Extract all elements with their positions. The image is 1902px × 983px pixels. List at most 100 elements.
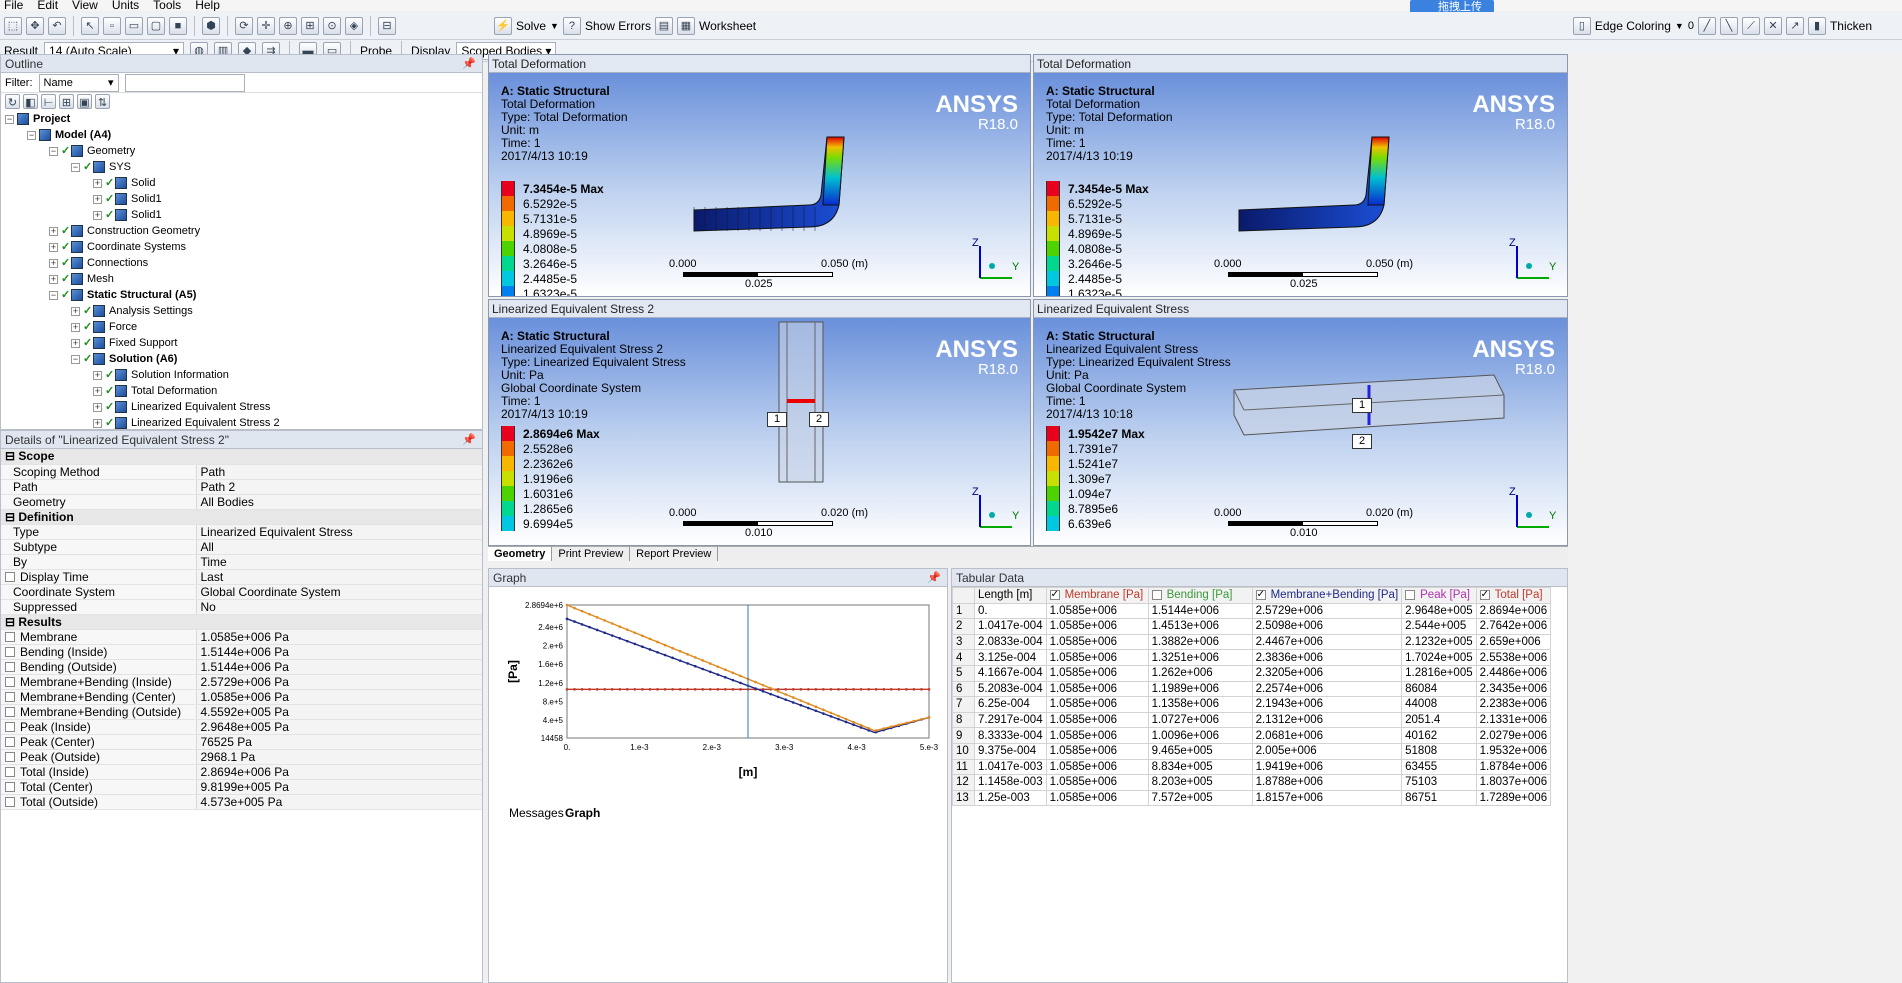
expand-toggle-icon[interactable]: + [49,242,58,252]
thicken-icon[interactable]: ▮ [1807,16,1826,35]
solve-button[interactable]: Solve [516,19,546,33]
layout-icon[interactable]: ⊟ [378,16,396,35]
column-header[interactable]: Length [m] [974,587,1047,604]
table-row[interactable]: 7 6.25e-004 1.0585e+006 1.1358e+006 2.1943e+… [952,696,1552,713]
zoom-box-icon[interactable]: ⊞ [301,16,319,35]
filter-dropdown[interactable]: Name ▾ [38,73,119,92]
rotate-icon[interactable]: ⟳ [235,16,253,35]
details-section[interactable]: ⊟ Results [1,614,482,630]
details-value[interactable]: 1.5144e+006 Pa [196,659,482,675]
edge-style2-icon[interactable]: ╲ [1719,16,1738,35]
expand-toggle-icon[interactable]: − [49,290,58,300]
details-row[interactable]: Membrane+Bending (Center) 1.0585e+006 Pa [1,689,482,705]
collapse-icon[interactable]: ⊟ [5,615,18,629]
row-checkbox[interactable] [5,707,15,718]
column-header[interactable]: Peak [Pa] [1401,587,1477,604]
pin-icon[interactable]: 📌 [927,569,941,587]
table-row[interactable]: 11 1.0417e-003 1.0585e+006 8.834e+005 1.9419… [952,758,1552,776]
select-icon[interactable]: ⬚ [4,16,22,35]
viewport-2[interactable]: Total Deformation A: Static Structural Tot… [1033,54,1568,297]
expand-toggle-icon[interactable]: + [93,418,102,428]
edge-icon[interactable]: ▭ [125,16,143,35]
column-header[interactable]: ✓ Total [Pa] [1475,587,1552,604]
details-section[interactable]: ⊟ Scope [1,449,482,465]
table-row[interactable]: 10 9.375e-004 1.0585e+006 9.465e+005 2.005e+… [952,742,1552,760]
filter-input[interactable] [124,73,245,92]
details-section[interactable]: ⊟ Definition [1,509,482,525]
viewport-4[interactable]: Linearized Equivalent Stress A: Static St… [1033,299,1568,546]
table-row[interactable]: 1 0. 1.0585e+006 1.5144e+006 2.5729e+006 2.96… [952,602,1552,620]
row-checkbox[interactable] [5,767,15,778]
details-row[interactable]: Total (Inside) 2.8694e+006 Pa [1,764,482,780]
sort-icon[interactable]: ⇅ [95,94,110,109]
column-checkbox[interactable] [1151,590,1162,601]
isometric-icon[interactable]: ◈ [345,16,363,35]
row-checkbox[interactable] [5,752,15,763]
menu-view[interactable]: View [72,0,98,11]
tree-node[interactable]: + ✓ Coordinate Systems [5,239,482,255]
details-row[interactable]: Membrane 1.0585e+006 Pa [1,629,482,645]
details-value[interactable]: 4.573e+005 Pa [196,794,482,810]
details-row[interactable]: Subtype All [1,539,482,555]
refresh-icon[interactable]: ↻ [5,94,20,109]
body-icon[interactable]: ■ [169,16,187,35]
expand-toggle-icon[interactable]: + [71,306,80,316]
expand-toggle-icon[interactable]: − [27,130,36,140]
column-header[interactable]: ✓ Membrane [Pa] [1045,587,1149,604]
viewport-3[interactable]: Linearized Equivalent Stress 2 A: Static … [488,299,1031,546]
show-errors-button[interactable]: Show Errors [585,19,651,33]
details-value[interactable]: 2.5729e+006 Pa [196,674,482,690]
tree-icon[interactable]: ⊢ [41,94,56,109]
vertex-icon[interactable]: ▫ [103,16,121,35]
menu-file[interactable]: File [4,0,23,11]
menu-units[interactable]: Units [112,0,139,11]
tree-node[interactable]: + ✓ Force [5,319,482,335]
table-row[interactable]: 6 5.2083e-004 1.0585e+006 1.1989e+006 2.2574… [952,680,1552,698]
row-checkbox[interactable] [5,647,15,658]
expand-toggle-icon[interactable]: + [93,386,102,396]
details-row[interactable]: Peak (Outside) 2968.1 Pa [1,749,482,765]
edge-style-icon[interactable]: ╱ [1697,16,1716,35]
menu-edit[interactable]: Edit [37,0,58,11]
face-icon[interactable]: ▢ [147,16,165,35]
tree-node[interactable]: + ✓ Construction Geometry [5,223,482,239]
expand-toggle-icon[interactable]: + [49,258,58,268]
expand-toggle-icon[interactable]: + [93,210,102,220]
details-row[interactable]: Display Time Last [1,569,482,585]
column-checkbox[interactable]: ✓ [1479,590,1490,601]
column-checkbox[interactable]: ✓ [1255,590,1266,601]
details-value[interactable]: 2.8694e+006 Pa [196,764,482,780]
details-row[interactable]: By Time [1,554,482,570]
expand-toggle-icon[interactable]: + [49,274,58,284]
details-value[interactable]: Time [196,554,482,570]
pan-icon[interactable]: ✥ [26,16,44,35]
details-value[interactable]: All [196,539,482,555]
details-row[interactable]: Bending (Inside) 1.5144e+006 Pa [1,644,482,660]
table-row[interactable]: 13 1.25e-003 1.0585e+006 7.572e+005 1.8157e+… [952,789,1552,807]
pin-icon[interactable]: 📌 [462,431,476,449]
details-row[interactable]: Membrane+Bending (Outside) 4.5592e+005 Pa [1,704,482,720]
expand-toggle-icon[interactable]: + [93,178,102,188]
edge-width-value[interactable]: 0 [1688,20,1694,32]
details-value[interactable]: 9.8199e+005 Pa [196,779,482,795]
tree-node[interactable]: + ✓ Solid1 [5,207,482,223]
view-tab-geometry[interactable]: Geometry [488,547,553,561]
row-checkbox[interactable] [5,572,15,583]
edge-style4-icon[interactable]: ✕ [1763,16,1782,35]
table-row[interactable]: 2 1.0417e-004 1.0585e+006 1.4513e+006 2.5098… [952,618,1552,635]
menu-tools[interactable]: Tools [153,0,181,11]
tree-node[interactable]: + ✓ Linearized Equivalent Stress [5,399,482,415]
tree-node[interactable]: + ✓ Solid [5,175,482,191]
tree-node[interactable]: + ✓ Fixed Support [5,335,482,351]
cube-icon[interactable]: ⬢ [202,16,220,35]
column-header[interactable]: Bending [Pa] [1147,587,1253,604]
details-value[interactable]: All Bodies [196,494,482,510]
graph-tab-messages[interactable]: Messages [509,806,564,820]
table-row[interactable]: 4 3.125e-004 1.0585e+006 1.3251e+006 2.3836e… [952,649,1552,666]
tree-node[interactable]: − ✓ Solution (A6) [5,351,482,367]
details-value[interactable]: Global Coordinate System [196,584,482,600]
chart-icon[interactable]: ▤ [654,16,673,35]
tree-node[interactable]: − Project [5,111,482,127]
row-checkbox[interactable] [5,797,15,808]
path-marker-1[interactable]: 1 [1352,398,1372,413]
